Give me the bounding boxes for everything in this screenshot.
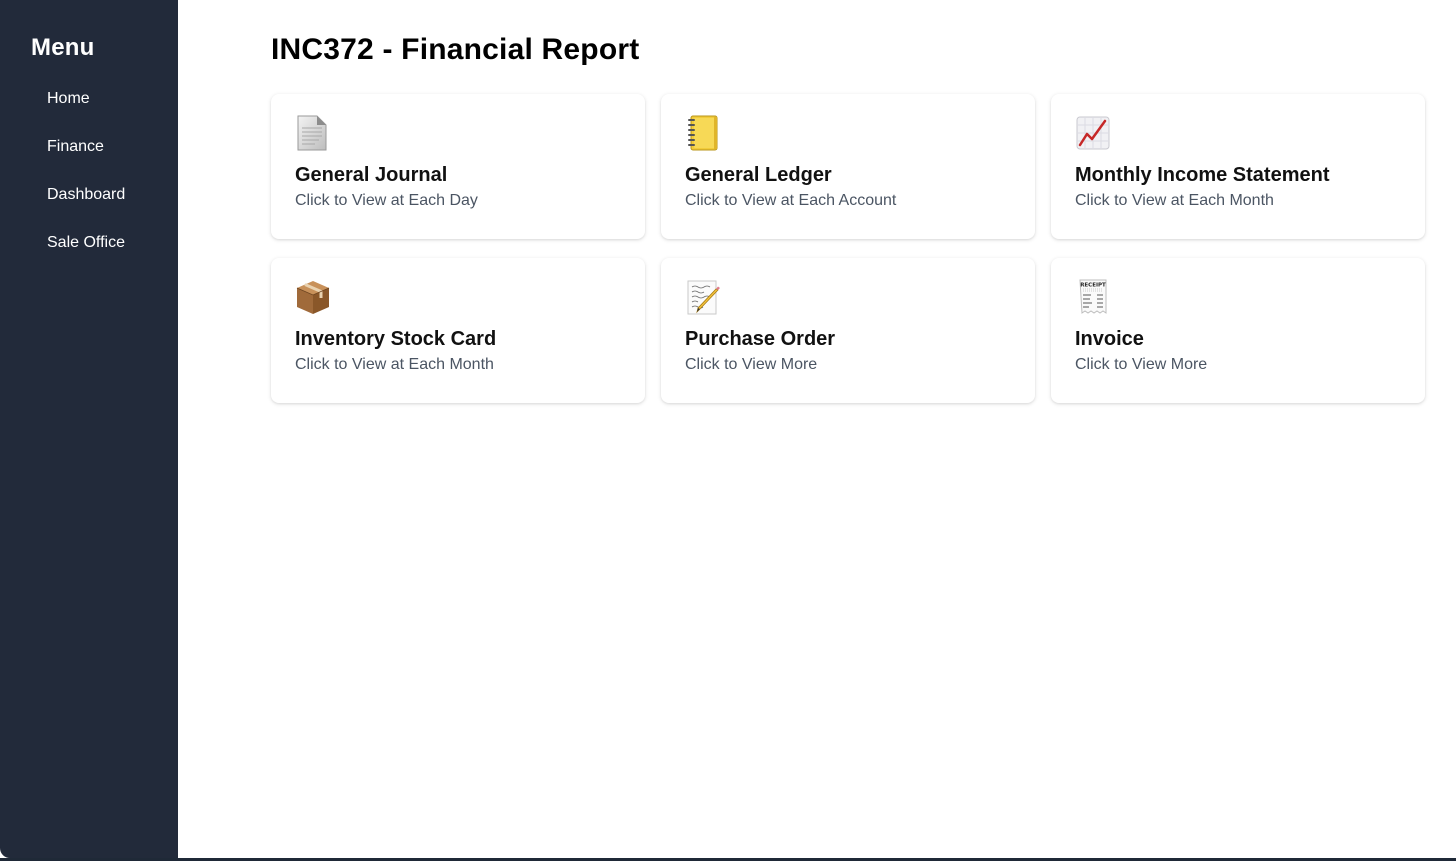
card-subtitle: Click to View More bbox=[1075, 356, 1208, 373]
card-title: Invoice bbox=[1075, 328, 1144, 350]
package-box-icon bbox=[295, 278, 331, 316]
card-monthly-income-statement[interactable]: Monthly Income Statement Click to View a… bbox=[1051, 94, 1425, 239]
report-card-grid: General Journal Click to View at Each Da… bbox=[271, 94, 1425, 403]
sidebar-title: Menu bbox=[31, 34, 95, 61]
card-subtitle: Click to View at Each Account bbox=[685, 192, 897, 209]
card-title: Purchase Order bbox=[685, 328, 836, 350]
card-subtitle: Click to View at Each Month bbox=[295, 356, 494, 373]
receipt-icon-label: RECEIPT bbox=[1080, 283, 1106, 289]
card-subtitle: Click to View More bbox=[685, 356, 818, 373]
main-content: INC372 - Financial Report General Journa… bbox=[178, 0, 1456, 858]
card-subtitle: Click to View at Each Day bbox=[295, 192, 478, 209]
sidebar-item-sale-office[interactable]: Sale Office bbox=[0, 227, 178, 275]
document-icon bbox=[295, 114, 331, 152]
card-general-journal[interactable]: General Journal Click to View at Each Da… bbox=[271, 94, 645, 239]
card-invoice[interactable]: RECEIPT Invoice Click to View More bbox=[1051, 258, 1425, 403]
sidebar-item-finance[interactable]: Finance bbox=[0, 131, 178, 179]
app-window: Menu Home Finance Dashboard Sale Office … bbox=[0, 0, 1456, 858]
memo-pencil-icon bbox=[685, 278, 721, 316]
sidebar-item-dashboard[interactable]: Dashboard bbox=[0, 179, 178, 227]
sidebar-nav: Home Finance Dashboard Sale Office bbox=[0, 83, 178, 275]
card-purchase-order[interactable]: Purchase Order Click to View More bbox=[661, 258, 1035, 403]
sidebar-item-home[interactable]: Home bbox=[0, 83, 178, 131]
card-subtitle: Click to View at Each Month bbox=[1075, 192, 1274, 209]
card-title: Monthly Income Statement bbox=[1075, 164, 1330, 186]
chart-increasing-icon bbox=[1075, 114, 1111, 152]
card-general-ledger[interactable]: General Ledger Click to View at Each Acc… bbox=[661, 94, 1035, 239]
ledger-book-icon bbox=[685, 114, 721, 152]
card-title: General Journal bbox=[295, 164, 448, 186]
page-title: INC372 - Financial Report bbox=[271, 33, 640, 66]
card-inventory-stock-card[interactable]: Inventory Stock Card Click to View at Ea… bbox=[271, 258, 645, 403]
receipt-icon: RECEIPT bbox=[1075, 278, 1111, 316]
sidebar: Menu Home Finance Dashboard Sale Office bbox=[0, 0, 178, 858]
card-title: General Ledger bbox=[685, 164, 832, 186]
card-title: Inventory Stock Card bbox=[295, 328, 497, 350]
